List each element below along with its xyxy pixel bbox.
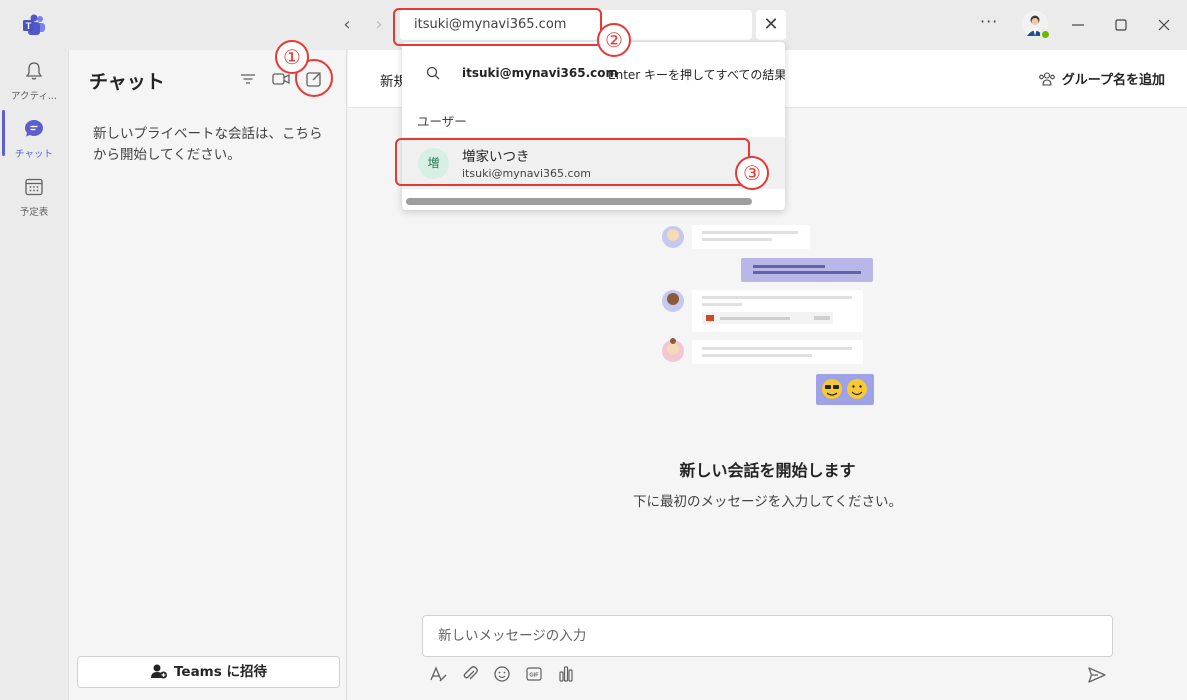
annotation-box-search xyxy=(393,8,602,46)
minimize-icon[interactable] xyxy=(1068,15,1088,35)
bell-icon xyxy=(25,62,43,80)
presence-available-icon xyxy=(1040,29,1051,40)
rail-label-activity: アクティ... xyxy=(10,91,57,102)
more-options-button[interactable]: ··· xyxy=(980,12,998,31)
poll-icon[interactable] xyxy=(556,664,576,684)
new-conversation-illustration xyxy=(662,225,874,405)
format-icon[interactable] xyxy=(428,664,448,684)
search-clear-button[interactable]: ✕ xyxy=(756,10,786,40)
app-rail: アクティ... チャット 予定表 xyxy=(0,50,68,700)
teams-logo-icon: T xyxy=(23,14,45,35)
annotation-step-3: ③ xyxy=(735,156,769,190)
maximize-icon[interactable] xyxy=(1111,15,1131,35)
chat-icon xyxy=(25,120,43,137)
message-compose-input[interactable]: 新しいメッセージの入力 xyxy=(422,615,1113,657)
annotation-step-1: ① xyxy=(275,40,309,74)
filter-icon[interactable] xyxy=(237,68,259,90)
dropdown-scrollbar[interactable] xyxy=(406,198,752,205)
chat-list-panel: チャット 新しいプライベートな会話は、こちらから開始してください。 Teams … xyxy=(68,50,347,700)
users-section-label: ユーザー xyxy=(417,114,467,129)
attach-icon[interactable] xyxy=(460,664,480,684)
send-icon[interactable] xyxy=(1086,664,1108,686)
group-name-label: グループ名を追加 xyxy=(1061,73,1165,88)
profile-avatar[interactable] xyxy=(1022,11,1051,40)
invite-to-teams-button[interactable]: Teams に招待 xyxy=(77,656,340,688)
gif-icon[interactable]: GIF xyxy=(524,664,544,684)
start-conversation-subtitle: 下に最初のメッセージを入力してください。 xyxy=(633,494,902,510)
rail-item-calendar[interactable]: 予定表 xyxy=(0,170,68,226)
svg-text:GIF: GIF xyxy=(529,673,539,679)
calendar-icon xyxy=(25,178,43,196)
forward-button[interactable]: › xyxy=(369,15,389,35)
person-add-icon xyxy=(151,664,167,679)
people-icon xyxy=(1038,72,1055,86)
annotation-step-2: ② xyxy=(597,23,631,57)
back-button[interactable]: ‹ xyxy=(337,15,357,35)
invite-button-label: Teams に招待 xyxy=(174,664,267,680)
search-enter-hint: Enter キーを押してすべての結果を xyxy=(608,68,785,82)
start-conversation-title: 新しい会話を開始します xyxy=(679,461,856,480)
rail-label-calendar: 予定表 xyxy=(19,207,49,218)
chat-panel-title: チャット xyxy=(89,71,165,93)
search-query-text: itsuki@mynavi365.com xyxy=(462,66,618,80)
add-group-name-button[interactable]: グループ名を追加 xyxy=(1038,69,1165,88)
search-icon xyxy=(426,66,440,80)
search-all-results-row[interactable]: itsuki@mynavi365.com Enter キーを押してすべての結果を xyxy=(402,58,785,88)
emoji-icon[interactable] xyxy=(492,664,512,684)
rail-item-activity[interactable]: アクティ... xyxy=(0,54,68,110)
rail-item-chat[interactable]: チャット xyxy=(0,112,68,168)
chat-empty-message: 新しいプライベートな会話は、こちらから開始してください。 xyxy=(93,126,323,163)
annotation-box-user xyxy=(395,138,750,186)
rail-label-chat: チャット xyxy=(15,149,53,160)
close-window-icon[interactable] xyxy=(1154,15,1174,35)
svg-text:T: T xyxy=(26,21,32,31)
